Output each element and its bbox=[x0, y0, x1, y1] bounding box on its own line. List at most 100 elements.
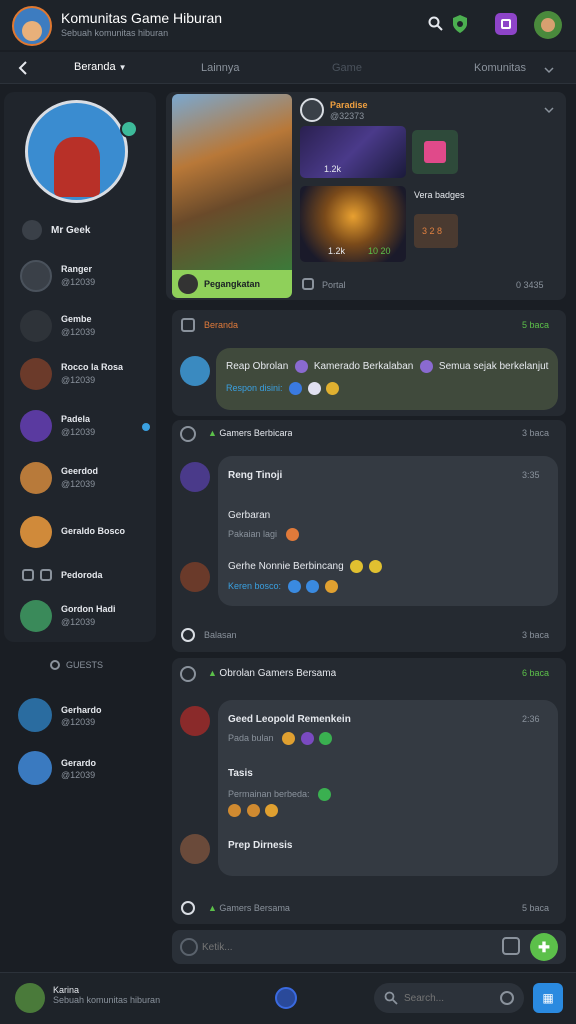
featured-thumb-1[interactable]: 1.2k bbox=[300, 126, 406, 178]
composer-emoji-icon[interactable] bbox=[180, 938, 198, 956]
message-sub-2: Permainan berbeda: bbox=[228, 788, 310, 799]
guest-meta: @12039 bbox=[61, 770, 96, 780]
online-badge-icon bbox=[120, 120, 138, 138]
item-name: Geraldo Bosco bbox=[61, 526, 126, 536]
item-name: Gordon Hadi bbox=[61, 604, 116, 614]
message-part-2: Kamerado Berkalaban bbox=[313, 361, 414, 373]
featured-collapse-icon[interactable] bbox=[543, 102, 555, 114]
post-icon bbox=[181, 318, 195, 332]
fire-icon bbox=[285, 528, 299, 541]
guests-section-header: GUESTS bbox=[50, 660, 103, 670]
app-logo-avatar[interactable] bbox=[12, 6, 52, 46]
bottom-user-name: Karina bbox=[53, 985, 80, 995]
message-avatar[interactable] bbox=[180, 462, 210, 492]
profile-avatar[interactable] bbox=[25, 100, 128, 203]
post-footer-label: Gamers Bersama bbox=[219, 903, 290, 913]
bottom-search-bar[interactable] bbox=[374, 983, 524, 1013]
grid-menu-button[interactable]: ▦ bbox=[533, 983, 563, 1013]
message-time: 2:36 bbox=[522, 714, 540, 724]
tab-community[interactable]: Komunitas bbox=[474, 62, 526, 74]
message-title-2: Tasis bbox=[228, 768, 253, 779]
reply-footer-icon bbox=[181, 901, 195, 915]
bottom-user-avatar[interactable] bbox=[15, 983, 45, 1013]
tile-label: 3 2 8 bbox=[422, 226, 443, 236]
sidebar-item-rocco[interactable]: Rocco la Rosa @12039 bbox=[20, 358, 150, 394]
featured-card: Pegangkatan Paradise @32373 1.2k 1.2k 10… bbox=[166, 92, 566, 300]
post-card: ▲ Gamers Berbicara 3 baca Reng Tinoji 3:… bbox=[172, 420, 566, 652]
guest-name: Gerhardo bbox=[61, 705, 102, 715]
sidebar-item-ranger[interactable]: Ranger @12039 bbox=[20, 260, 150, 296]
thumb-count: 1.2k bbox=[328, 246, 346, 256]
grid-icon: ▦ bbox=[542, 991, 554, 1005]
app-title: Komunitas Game Hiburan bbox=[61, 10, 223, 26]
sidebar-item-gordon[interactable]: Gordon Hadi @12039 bbox=[20, 600, 150, 636]
search-icon[interactable] bbox=[428, 16, 443, 31]
post-header-meta: 5 baca bbox=[522, 320, 550, 330]
profile-row[interactable]: Mr Geek bbox=[22, 220, 90, 240]
send-icon: ✚ bbox=[538, 938, 550, 955]
featured-banner-image[interactable] bbox=[172, 94, 292, 270]
composer-input[interactable] bbox=[202, 937, 492, 957]
featured-thumb-pink[interactable] bbox=[412, 130, 458, 174]
shield-icon[interactable] bbox=[451, 14, 469, 34]
message-avatar[interactable] bbox=[180, 834, 210, 864]
message-sub: Pakaian lagi bbox=[228, 528, 278, 539]
send-button[interactable]: ✚ bbox=[530, 933, 558, 961]
message-part-3: Semua sejak berkelanjut bbox=[438, 361, 549, 373]
composer-bar: ✚ bbox=[172, 930, 566, 964]
gem-icon bbox=[295, 360, 309, 373]
message-avatar[interactable] bbox=[180, 356, 210, 386]
guest-item[interactable]: Gerhardo @12039 bbox=[18, 698, 148, 734]
item-meta: @12039 bbox=[61, 277, 96, 287]
guests-icon bbox=[50, 660, 60, 670]
item-name: Ranger bbox=[61, 264, 93, 274]
emoji-icon bbox=[282, 732, 296, 745]
chevron-down-icon: ▼ bbox=[118, 62, 127, 72]
clover-icon bbox=[319, 732, 333, 745]
post-header-label: Gamers Berbicara bbox=[219, 428, 293, 438]
featured-tile[interactable]: 3 2 8 bbox=[414, 214, 458, 248]
post-header-row: ▲ Obrolan Gamers Bersama bbox=[208, 668, 336, 679]
guest-meta: @12039 bbox=[61, 717, 96, 727]
guest-avatar bbox=[18, 751, 52, 785]
message-avatar[interactable] bbox=[180, 562, 210, 592]
tab-overflow-chevron-icon[interactable] bbox=[543, 62, 555, 74]
chat-icon[interactable] bbox=[495, 13, 517, 35]
message-bubble: Reng Tinoji 3:35 Gerbaran Pakaian lagi G… bbox=[218, 456, 558, 606]
discover-icon[interactable] bbox=[275, 987, 297, 1009]
sidebar-item-gembe[interactable]: Gembe @12039 bbox=[20, 310, 150, 346]
banner-avatar bbox=[178, 274, 198, 294]
featured-banner-footer[interactable]: Pegangkatan bbox=[172, 270, 292, 298]
item-meta: @12039 bbox=[61, 375, 96, 385]
tab-home-label: Beranda bbox=[74, 61, 116, 73]
message-title-2-text: Gerhe Nonnie Berbincang bbox=[228, 561, 344, 573]
item-icon bbox=[22, 569, 34, 581]
arrow-up-icon: ▲ bbox=[208, 668, 220, 678]
item-avatar bbox=[20, 600, 52, 632]
featured-thumb-2[interactable]: 1.2k 10 20 bbox=[300, 186, 406, 262]
message-text: Gerbaran bbox=[228, 510, 271, 521]
featured-user-avatar[interactable] bbox=[300, 98, 324, 122]
sidebar-item-geraldo[interactable]: Geraldo Bosco bbox=[20, 516, 150, 552]
message-time: 3:35 bbox=[522, 470, 540, 480]
app-header: Komunitas Game Hiburan Sebuah komunitas … bbox=[0, 0, 576, 50]
post-footer-label[interactable]: Balasan bbox=[204, 630, 237, 640]
sidebar: Mr Geek Ranger @12039 Gembe @12039 Rocco… bbox=[4, 92, 156, 642]
tab-other[interactable]: Lainnya bbox=[201, 62, 240, 74]
post-card: ▲ Obrolan Gamers Bersama 6 baca Geed Leo… bbox=[172, 658, 566, 924]
message-avatar[interactable] bbox=[180, 706, 210, 736]
sidebar-item-padela[interactable]: Padela @12039 bbox=[20, 410, 156, 446]
item-name: Rocco la Rosa bbox=[61, 362, 124, 372]
post-footer-row[interactable]: ▲ Gamers Bersama bbox=[208, 903, 290, 913]
attach-icon[interactable] bbox=[502, 937, 520, 955]
thumb-meta: 1.2k bbox=[324, 164, 342, 174]
back-arrow-icon[interactable] bbox=[17, 60, 29, 76]
message-reply-row: Respon disini: bbox=[226, 382, 342, 395]
sidebar-item-geerdod[interactable]: Geerdod @12039 bbox=[20, 462, 150, 498]
user-avatar[interactable] bbox=[534, 11, 562, 39]
sidebar-item-pedoroda[interactable]: Pedoroda bbox=[20, 566, 150, 586]
tab-home[interactable]: Beranda ▼ bbox=[74, 61, 127, 73]
tab-game[interactable]: Game bbox=[332, 62, 362, 74]
guest-item[interactable]: Gerardo @12039 bbox=[18, 751, 148, 787]
bottom-search-input[interactable] bbox=[404, 989, 494, 1007]
